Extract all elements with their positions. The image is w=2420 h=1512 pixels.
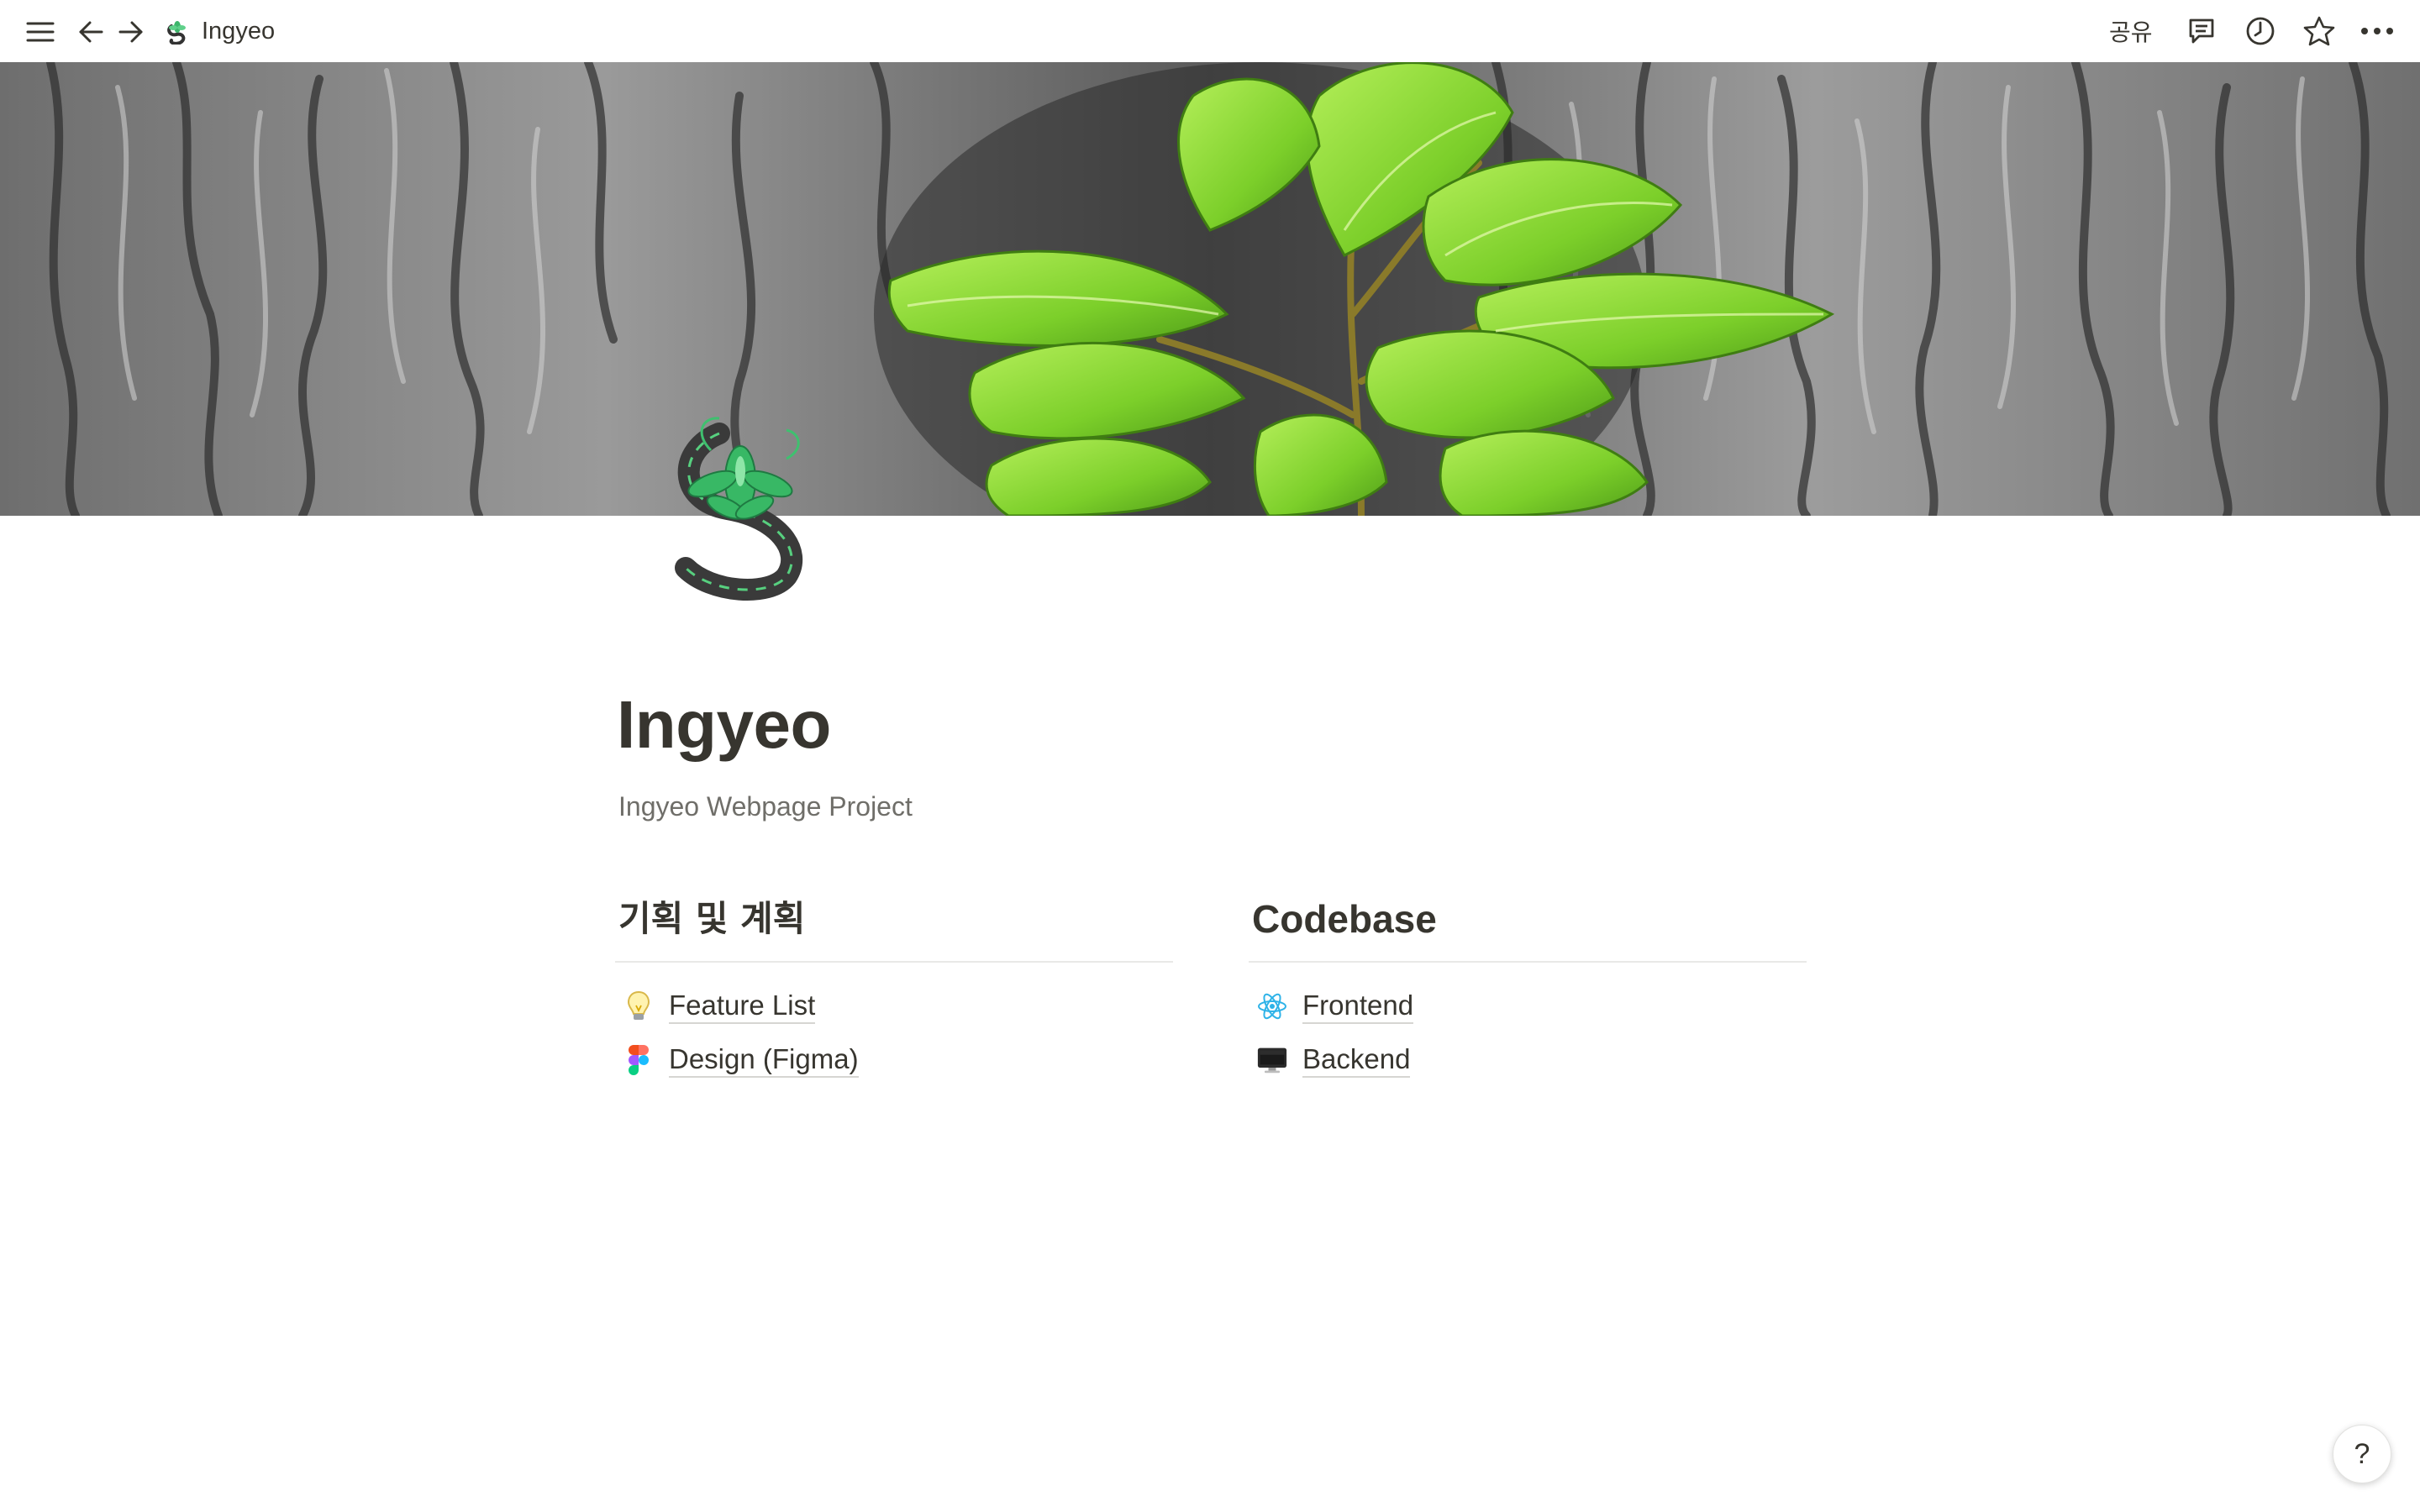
column-codebase: Codebase Frontend Backend: [1249, 890, 1807, 1087]
favorite-star-icon[interactable]: [2301, 13, 2338, 49]
more-icon[interactable]: [2356, 13, 2398, 49]
breadcrumb-title: Ingyeo: [202, 17, 276, 45]
breadcrumb[interactable]: Ingyeo: [165, 12, 275, 50]
divider: [615, 961, 1173, 963]
page-title[interactable]: Ingyeo: [617, 679, 831, 771]
back-arrow-icon[interactable]: [74, 15, 108, 49]
link-frontend[interactable]: Frontend: [1249, 979, 1807, 1033]
history-icon[interactable]: [2242, 13, 2279, 49]
lightbulb-icon: [623, 990, 654, 1021]
figma-icon: [623, 1045, 654, 1075]
comments-icon[interactable]: [2183, 13, 2220, 49]
link-label[interactable]: Frontend: [1302, 989, 1414, 1024]
page-emoji-icon: [167, 21, 186, 45]
menu-icon[interactable]: [22, 15, 59, 49]
share-button[interactable]: 공유: [2109, 12, 2153, 50]
divider: [1249, 961, 1807, 963]
page-icon[interactable]: [660, 400, 820, 601]
forward-arrow-icon[interactable]: [114, 15, 148, 49]
link-feature-list[interactable]: Feature List: [615, 979, 1173, 1033]
link-label[interactable]: Feature List: [669, 989, 816, 1024]
cover-image: [0, 62, 2420, 516]
section-heading-planning: 기획 및 계획: [618, 898, 806, 939]
top-bar: Ingyeo 공유: [0, 0, 2420, 62]
link-label[interactable]: Design (Figma): [669, 1042, 859, 1078]
help-button[interactable]: ?: [2333, 1425, 2391, 1483]
link-backend[interactable]: Backend: [1249, 1033, 1807, 1087]
page-subtitle: Ingyeo Webpage Project: [618, 791, 913, 822]
link-design-figma[interactable]: Design (Figma): [615, 1033, 1173, 1087]
react-icon: [1257, 991, 1287, 1021]
column-planning: 기획 및 계획 Feature List Design (Figma): [615, 890, 1173, 1087]
link-label[interactable]: Backend: [1302, 1042, 1411, 1078]
desktop-computer-icon: [1257, 1045, 1287, 1075]
section-heading-codebase: Codebase: [1252, 897, 1437, 941]
